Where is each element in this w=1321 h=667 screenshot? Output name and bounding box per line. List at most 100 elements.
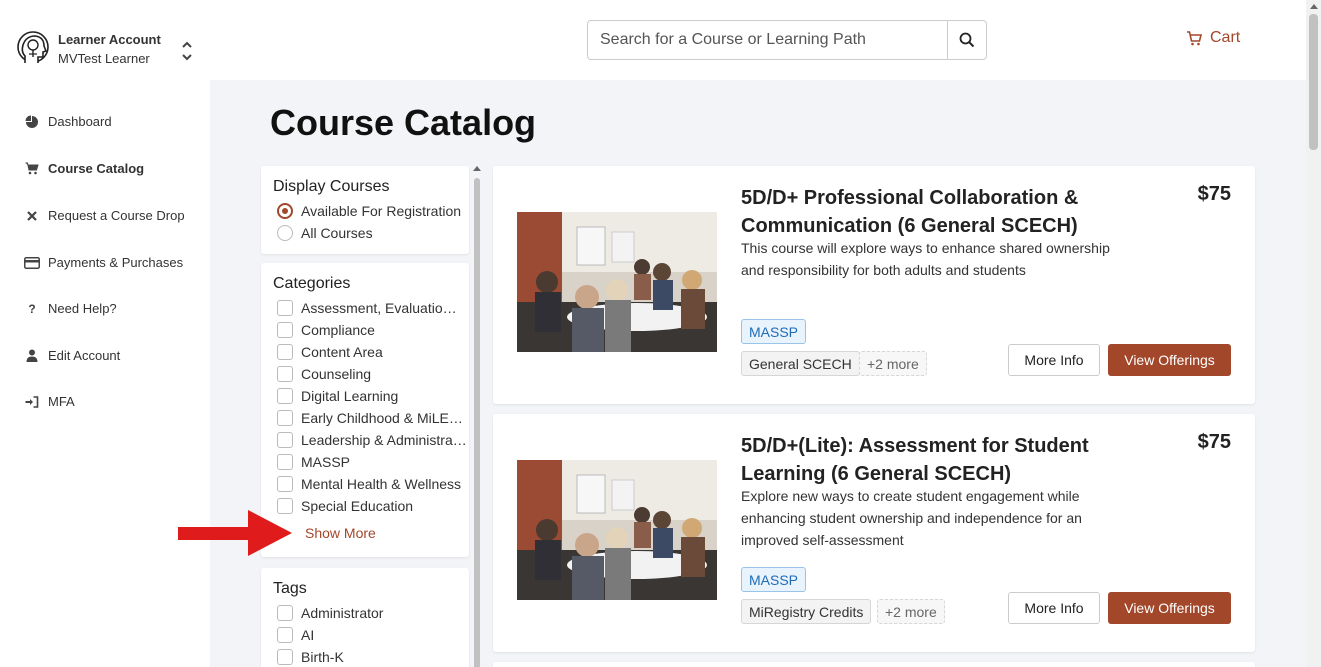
checkbox[interactable] [277,432,293,448]
sidebar-item-edit-account[interactable]: Edit Account [24,348,120,363]
category-checkbox[interactable]: MASSP [277,454,463,470]
checkbox[interactable] [277,410,293,426]
view-offerings-button[interactable]: View Offerings [1108,592,1231,624]
scroll-up-arrow-icon[interactable] [473,166,481,171]
scrollbar-thumb[interactable] [474,178,480,667]
category-label: Content Area [301,344,383,360]
course-description: Explore new ways to create student engag… [741,488,1082,548]
tag-checkbox[interactable]: Administrator [277,605,383,621]
chevron-up-down-icon[interactable] [180,38,194,64]
category-checkbox[interactable]: Mental Health & Wellness [277,476,463,492]
more-tags-badge[interactable]: +2 more [859,351,927,376]
sidebar-item-label: MFA [48,394,75,409]
cart-label: Cart [1210,29,1241,46]
radio-all-courses[interactable]: All Courses [277,225,373,241]
course-card: 5D/D+(Lite): Assessment for Student Lear… [493,414,1255,652]
category-checkbox[interactable]: Compliance [277,322,463,338]
course-price: $75 [1197,431,1231,453]
window-scrollbar[interactable] [1306,0,1321,667]
category-checkbox[interactable]: Content Area [277,344,463,360]
course-image[interactable] [517,460,717,600]
checkbox[interactable] [277,322,293,338]
cart-link[interactable]: Cart [1186,29,1240,47]
red-arrow-annotation-icon [178,510,292,556]
learner-head-logo-icon [17,31,49,63]
tags-panel: Tags Administrator AI Birth-K [261,568,469,667]
massp-badge: MASSP [741,319,807,344]
checkbox[interactable] [277,344,293,360]
tag-label: AI [301,627,315,643]
filter-column: Display Courses Available For Registrati… [261,166,469,667]
display-courses-title: Display Courses [273,178,390,195]
search-icon [959,32,975,48]
sign-in-icon [24,395,40,409]
category-checkbox[interactable]: Counseling [277,366,463,382]
course-title[interactable]: 5D/D+(Lite): Assessment for Student Lear… [741,432,1141,488]
display-courses-panel: Display Courses Available For Registrati… [261,166,469,254]
category-checkbox[interactable]: Early Childhood & MiLEAP [277,410,463,426]
x-icon [24,209,40,223]
more-info-button[interactable]: More Info [1008,344,1100,376]
tag-checkbox[interactable]: Birth-K [277,649,344,665]
massp-badge: MASSP [741,567,807,592]
cart-icon [1187,30,1202,45]
checkbox[interactable] [277,476,293,492]
classroom-photo-icon [517,460,717,600]
course-card: 5D/D+ Professional Collaboration & Commu… [493,166,1255,404]
sidebar-item-need-help[interactable]: ? Need Help? [24,301,117,316]
checkbox[interactable] [277,366,293,382]
search-button[interactable] [947,21,986,59]
sidebar-item-label: Payments & Purchases [48,255,184,270]
course-search [587,20,987,60]
cart-icon [24,162,40,176]
checkbox[interactable] [277,388,293,404]
radio-available-for-registration[interactable]: Available For Registration [277,203,461,219]
pie-chart-icon [24,115,40,129]
tags-title: Tags [273,580,307,597]
sidebar-item-payments[interactable]: Payments & Purchases [24,255,183,270]
categories-title: Categories [273,275,351,292]
account-name: Learner Account [58,32,161,47]
question-icon: ? [28,301,36,316]
view-offerings-button[interactable]: View Offerings [1108,344,1231,376]
checkbox[interactable] [277,605,293,621]
page-title: Course Catalog [270,102,537,143]
more-info-button[interactable]: More Info [1008,592,1100,624]
credit-tag: General SCECH [741,351,860,376]
course-image[interactable] [517,212,717,352]
category-label: Counseling [301,366,372,382]
sidebar-item-label: Edit Account [48,348,121,363]
checkbox[interactable] [277,649,293,665]
scrollbar-thumb[interactable] [1309,14,1318,150]
search-input[interactable] [588,21,947,59]
category-label: Mental Health & Wellness [301,476,462,492]
checkbox[interactable] [277,627,293,643]
course-price: $75 [1197,183,1231,205]
checkbox[interactable] [277,300,293,316]
radio-button-selected[interactable] [277,203,293,219]
user-icon [24,349,40,363]
filter-scrollbar[interactable] [472,166,482,667]
radio-button[interactable] [277,225,293,241]
category-checkbox[interactable]: Special Education [277,498,463,514]
category-checkbox[interactable]: Assessment, Evaluation … [277,300,463,316]
radio-label: Available For Registration [301,203,462,219]
scroll-up-arrow-icon[interactable] [1310,4,1318,9]
sidebar-item-mfa[interactable]: MFA [24,394,75,409]
checkbox[interactable] [277,454,293,470]
more-tags-badge[interactable]: +2 more [877,599,945,624]
category-checkbox[interactable]: Leadership & Administrat… [277,432,467,448]
sidebar-nav: Dashboard Course Catalog Request a Cours… [0,80,210,667]
course-title[interactable]: 5D/D+ Professional Collaboration & Commu… [741,184,1141,240]
sidebar-item-request-course-drop[interactable]: Request a Course Drop [24,208,185,223]
sidebar-item-label: Need Help? [48,301,117,316]
sidebar-item-label: Request a Course Drop [48,208,185,223]
tag-checkbox[interactable]: AI [277,627,314,643]
show-more-link[interactable]: Show More [305,525,376,541]
sidebar-item-dashboard[interactable]: Dashboard [24,114,112,129]
category-checkbox[interactable]: Digital Learning [277,388,463,404]
account-switcher[interactable]: Learner Account MVTest Learner [16,30,161,68]
sidebar-item-course-catalog[interactable]: Course Catalog [24,161,144,176]
main-content: Course Catalog Display Courses Available… [210,80,1306,667]
account-subtitle: MVTest Learner [58,51,150,66]
